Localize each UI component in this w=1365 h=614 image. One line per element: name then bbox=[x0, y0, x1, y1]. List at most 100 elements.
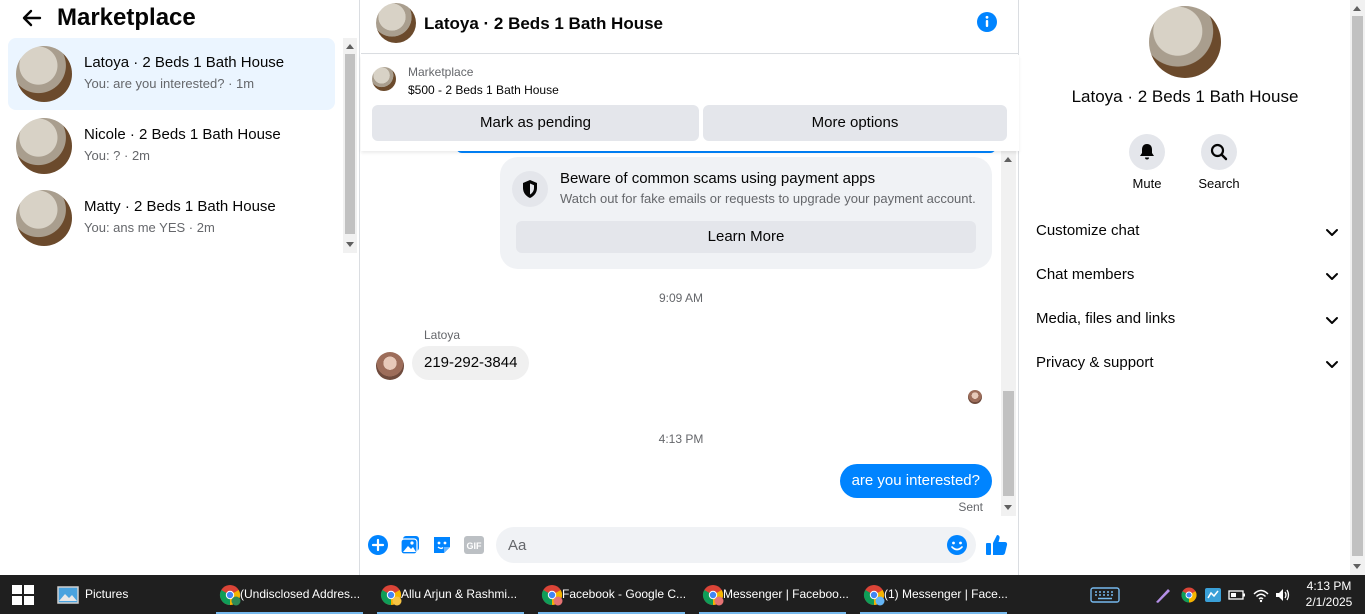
shield-icon-wrapper bbox=[512, 171, 548, 207]
volume-icon[interactable] bbox=[1274, 586, 1292, 604]
pen-icon[interactable] bbox=[1154, 586, 1172, 604]
chevron-down-icon bbox=[1326, 317, 1338, 324]
sent-status: Sent bbox=[958, 500, 983, 514]
message-thread-scrollbar[interactable] bbox=[1001, 151, 1016, 516]
scam-warning-card: Beware of common scams using payment app… bbox=[500, 157, 992, 269]
conversation-list-panel: Marketplace Latoya · 2 Beds 1 Bath House… bbox=[0, 0, 360, 575]
taskbar-item-chrome-5[interactable]: (1) Messenger | Face... bbox=[856, 575, 1011, 614]
info-icon[interactable] bbox=[976, 11, 998, 33]
conversation-name: Nicole · 2 Beds 1 Bath House bbox=[84, 126, 281, 143]
taskbar-item-chrome-1[interactable]: (Undisclosed Addres... bbox=[212, 575, 367, 614]
scroll-down-arrow-icon[interactable] bbox=[1004, 505, 1012, 510]
search-button-circle[interactable] bbox=[1201, 134, 1237, 170]
taskbar-item-label: Pictures bbox=[85, 587, 129, 601]
chat-avatar[interactable] bbox=[376, 3, 416, 43]
listing-title[interactable]: $500 - 2 Beds 1 Bath House bbox=[408, 83, 559, 97]
taskbar-item-chrome-2[interactable]: Allu Arjun & Rashmi... bbox=[373, 575, 528, 614]
mute-label: Mute bbox=[1132, 176, 1162, 191]
read-receipt-avatar bbox=[968, 390, 982, 404]
conversation-preview: You: are you interested? · 1m bbox=[84, 76, 255, 91]
customize-chat-section[interactable]: Customize chat bbox=[1028, 210, 1340, 254]
scroll-up-arrow-icon[interactable] bbox=[1353, 6, 1361, 11]
scam-warning-title: Beware of common scams using payment app… bbox=[560, 170, 876, 187]
mute-button[interactable]: Mute bbox=[1117, 134, 1177, 191]
windows-taskbar: Pictures (Undisclosed Addres... Allu Arj… bbox=[0, 575, 1365, 614]
taskbar-item-chrome-4[interactable]: Messenger | Faceboo... bbox=[695, 575, 850, 614]
back-arrow-icon[interactable] bbox=[20, 6, 44, 30]
thumbs-up-icon[interactable] bbox=[985, 533, 1009, 557]
conversation-item-matty[interactable]: Matty · 2 Beds 1 Bath House You: ans me … bbox=[8, 182, 335, 254]
chrome-tray-icon[interactable] bbox=[1180, 586, 1198, 604]
message-input[interactable] bbox=[496, 527, 976, 563]
conversation-item-nicole[interactable]: Nicole · 2 Beds 1 Bath House You: ? · 2m bbox=[8, 110, 335, 182]
conversation-name: Matty · 2 Beds 1 Bath House bbox=[84, 198, 276, 215]
search-button[interactable]: Search bbox=[1189, 134, 1249, 191]
keyboard-icon[interactable] bbox=[1090, 586, 1120, 604]
mark-as-pending-button[interactable]: Mark as pending bbox=[372, 105, 699, 141]
media-files-links-section[interactable]: Media, files and links bbox=[1028, 298, 1340, 342]
page-scrollbar[interactable] bbox=[1350, 0, 1365, 575]
scrollbar-thumb[interactable] bbox=[345, 54, 355, 234]
listing-thumbnail bbox=[16, 118, 72, 174]
listing-thumbnail bbox=[16, 46, 72, 102]
photos-app-icon bbox=[57, 586, 79, 604]
left-header: Marketplace bbox=[0, 0, 360, 38]
scroll-up-arrow-icon[interactable] bbox=[1004, 157, 1012, 162]
section-label: Privacy & support bbox=[1036, 354, 1154, 371]
sticker-icon[interactable] bbox=[431, 534, 453, 556]
chrome-icon bbox=[702, 585, 724, 606]
bell-icon bbox=[1140, 144, 1154, 160]
chevron-down-icon bbox=[1326, 229, 1338, 236]
conversation-list-scrollbar[interactable] bbox=[343, 38, 357, 253]
chat-members-section[interactable]: Chat members bbox=[1028, 254, 1340, 298]
sender-avatar[interactable] bbox=[376, 352, 404, 380]
scrollbar-thumb[interactable] bbox=[1352, 16, 1363, 556]
previous-message-bubble-edge bbox=[456, 151, 996, 153]
clock-time: 4:13 PM bbox=[1306, 579, 1352, 593]
system-clock[interactable]: 4:13 PM 2/1/2025 bbox=[1298, 578, 1360, 610]
scrollbar-thumb[interactable] bbox=[1003, 391, 1014, 496]
scroll-up-arrow-icon[interactable] bbox=[346, 44, 354, 49]
emoji-icon[interactable] bbox=[946, 534, 968, 556]
conversation-item-latoya[interactable]: Latoya · 2 Beds 1 Bath House You: are yo… bbox=[8, 38, 335, 110]
chat-title[interactable]: Latoya · 2 Beds 1 Bath House bbox=[424, 14, 663, 34]
chevron-down-icon bbox=[1326, 273, 1338, 280]
outgoing-message-bubble[interactable]: are you interested? bbox=[839, 464, 992, 498]
clock-date: 2/1/2025 bbox=[1305, 595, 1353, 609]
taskbar-item-label: (1) Messenger | Face... bbox=[884, 587, 1008, 601]
listing-thumbnail[interactable] bbox=[372, 67, 396, 91]
gif-icon[interactable]: GIF bbox=[463, 534, 485, 556]
learn-more-button[interactable]: Learn More bbox=[516, 221, 976, 253]
message-timestamp: 9:09 AM bbox=[658, 291, 704, 305]
listing-kicker: Marketplace bbox=[408, 65, 474, 79]
scroll-down-arrow-icon[interactable] bbox=[346, 242, 354, 247]
battery-icon[interactable] bbox=[1228, 586, 1246, 604]
wifi-icon[interactable] bbox=[1252, 586, 1270, 604]
conversation-info-panel: Latoya · 2 Beds 1 Bath House Mute Search… bbox=[1020, 0, 1350, 575]
taskbar-item-label: Facebook - Google C... bbox=[562, 587, 687, 601]
plus-icon[interactable] bbox=[367, 534, 389, 556]
mute-button-circle[interactable] bbox=[1129, 134, 1165, 170]
info-avatar[interactable] bbox=[1149, 6, 1221, 78]
incoming-message-bubble[interactable]: 219-292-3844 bbox=[412, 346, 530, 380]
gif-icon-label: GIF bbox=[467, 541, 483, 551]
network-monitor-icon[interactable] bbox=[1204, 586, 1222, 604]
message-thread: Beware of common scams using payment app… bbox=[361, 151, 1019, 516]
system-tray bbox=[1088, 575, 1293, 614]
search-label: Search bbox=[1198, 176, 1240, 191]
scroll-down-arrow-icon[interactable] bbox=[1353, 564, 1361, 569]
section-label: Chat members bbox=[1036, 266, 1135, 283]
windows-start-icon[interactable] bbox=[12, 585, 34, 605]
more-options-button[interactable]: More options bbox=[703, 105, 1007, 141]
image-icon[interactable] bbox=[399, 534, 421, 556]
taskbar-item-label: (Undisclosed Addres... bbox=[240, 587, 361, 601]
message-composer: GIF bbox=[361, 522, 1019, 568]
chat-panel: Latoya · 2 Beds 1 Bath House Marketplace… bbox=[361, 0, 1019, 575]
scam-warning-subtitle: Watch out for fake emails or requests to… bbox=[560, 191, 976, 206]
taskbar-item-label: Allu Arjun & Rashmi... bbox=[401, 587, 518, 601]
chrome-icon bbox=[863, 585, 885, 606]
taskbar-item-chrome-3[interactable]: Facebook - Google C... bbox=[534, 575, 689, 614]
taskbar-item-pictures[interactable]: Pictures bbox=[50, 575, 200, 614]
message-timestamp: 4:13 PM bbox=[658, 432, 704, 446]
privacy-support-section[interactable]: Privacy & support bbox=[1028, 342, 1340, 386]
